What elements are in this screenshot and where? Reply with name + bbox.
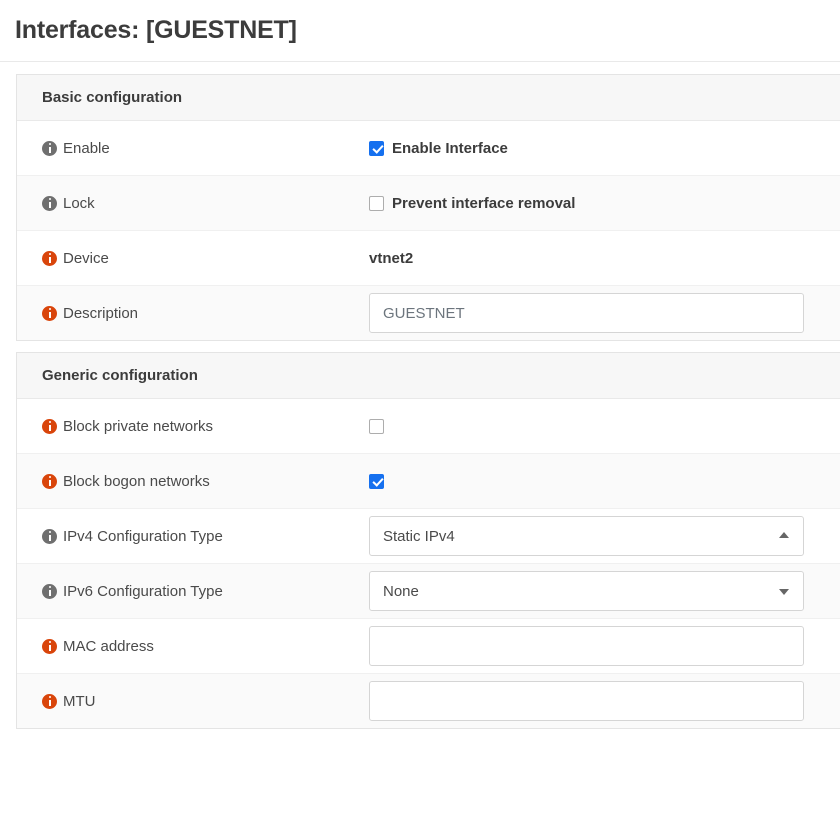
label-block-private-networks: Block private networks (17, 418, 369, 435)
info-icon-mtu[interactable] (42, 694, 57, 709)
field-mac-address (369, 626, 840, 666)
checkbox-box-block-private-networks[interactable] (369, 419, 384, 434)
label-text-ipv4-configuration-type: IPv4 Configuration Type (63, 528, 223, 545)
row-mtu: MTU (17, 674, 840, 728)
checkbox-box-prevent-interface-removal[interactable] (369, 196, 384, 211)
label-block-bogon-networks: Block bogon networks (17, 473, 369, 490)
checkbox-label-prevent-interface-removal: Prevent interface removal (392, 195, 575, 212)
label-text-lock: Lock (63, 195, 95, 212)
mtu-input[interactable] (369, 681, 804, 721)
caret-up-icon[interactable] (779, 532, 789, 538)
info-icon-block-private-networks[interactable] (42, 419, 57, 434)
field-block-bogon-networks (369, 474, 840, 489)
field-description (369, 293, 840, 333)
page-title: Interfaces: [GUESTNET] (15, 16, 297, 45)
label-text-enable: Enable (63, 140, 110, 157)
label-device: Device (17, 250, 369, 267)
label-text-block-bogon-networks: Block bogon networks (63, 473, 210, 490)
checkbox-label-enable-interface: Enable Interface (392, 140, 508, 157)
checkbox-box-enable-interface[interactable] (369, 141, 384, 156)
info-icon-enable[interactable] (42, 141, 57, 156)
info-icon-lock[interactable] (42, 196, 57, 211)
field-device: vtnet2 (369, 250, 840, 267)
label-enable: Enable (17, 140, 369, 157)
label-text-mtu: MTU (63, 693, 96, 710)
info-icon-ipv4-configuration-type[interactable] (42, 529, 57, 544)
card-basic-configuration: Basic configuration Enable Enable Interf… (16, 74, 840, 341)
label-text-description: Description (63, 305, 138, 322)
checkbox-box-block-bogon-networks[interactable] (369, 474, 384, 489)
label-description: Description (17, 305, 369, 322)
ipv6-configuration-type-value: None (383, 583, 419, 600)
field-mtu (369, 681, 840, 721)
section-header-basic: Basic configuration (17, 75, 840, 121)
description-input[interactable] (369, 293, 804, 333)
ipv4-configuration-type-value: Static IPv4 (383, 528, 455, 545)
label-text-device: Device (63, 250, 109, 267)
info-icon-device[interactable] (42, 251, 57, 266)
checkbox-block-private-networks[interactable] (369, 419, 384, 434)
row-ipv4-configuration-type: IPv4 Configuration Type Static IPv4 (17, 509, 840, 564)
info-icon-mac-address[interactable] (42, 639, 57, 654)
row-block-bogon-networks: Block bogon networks (17, 454, 840, 509)
page-header: Interfaces: [GUESTNET] (0, 0, 840, 62)
field-ipv4-configuration-type: Static IPv4 (369, 516, 840, 556)
label-mtu: MTU (17, 693, 369, 710)
info-icon-block-bogon-networks[interactable] (42, 474, 57, 489)
content-area: Basic configuration Enable Enable Interf… (0, 62, 840, 729)
row-lock: Lock Prevent interface removal (17, 176, 840, 231)
ipv6-configuration-type-select[interactable]: None (369, 571, 804, 611)
label-mac-address: MAC address (17, 638, 369, 655)
label-text-ipv6-configuration-type: IPv6 Configuration Type (63, 583, 223, 600)
label-text-block-private-networks: Block private networks (63, 418, 213, 435)
value-device: vtnet2 (369, 250, 413, 267)
card-generic-configuration: Generic configuration Block private netw… (16, 352, 840, 729)
row-mac-address: MAC address (17, 619, 840, 674)
row-description: Description (17, 286, 840, 340)
mac-address-input[interactable] (369, 626, 804, 666)
info-icon-ipv6-configuration-type[interactable] (42, 584, 57, 599)
label-ipv4-configuration-type: IPv4 Configuration Type (17, 528, 369, 545)
label-text-mac-address: MAC address (63, 638, 154, 655)
checkbox-block-bogon-networks[interactable] (369, 474, 384, 489)
field-lock: Prevent interface removal (369, 195, 840, 212)
row-ipv6-configuration-type: IPv6 Configuration Type None (17, 564, 840, 619)
checkbox-prevent-interface-removal[interactable]: Prevent interface removal (369, 195, 575, 212)
field-enable: Enable Interface (369, 140, 840, 157)
label-lock: Lock (17, 195, 369, 212)
row-device: Device vtnet2 (17, 231, 840, 286)
label-ipv6-configuration-type: IPv6 Configuration Type (17, 583, 369, 600)
info-icon-description[interactable] (42, 306, 57, 321)
row-enable: Enable Enable Interface (17, 121, 840, 176)
field-block-private-networks (369, 419, 840, 434)
ipv4-configuration-type-select[interactable]: Static IPv4 (369, 516, 804, 556)
checkbox-enable-interface[interactable]: Enable Interface (369, 140, 508, 157)
section-header-generic: Generic configuration (17, 353, 840, 399)
field-ipv6-configuration-type: None (369, 571, 840, 611)
row-block-private-networks: Block private networks (17, 399, 840, 454)
caret-down-icon[interactable] (779, 589, 789, 595)
